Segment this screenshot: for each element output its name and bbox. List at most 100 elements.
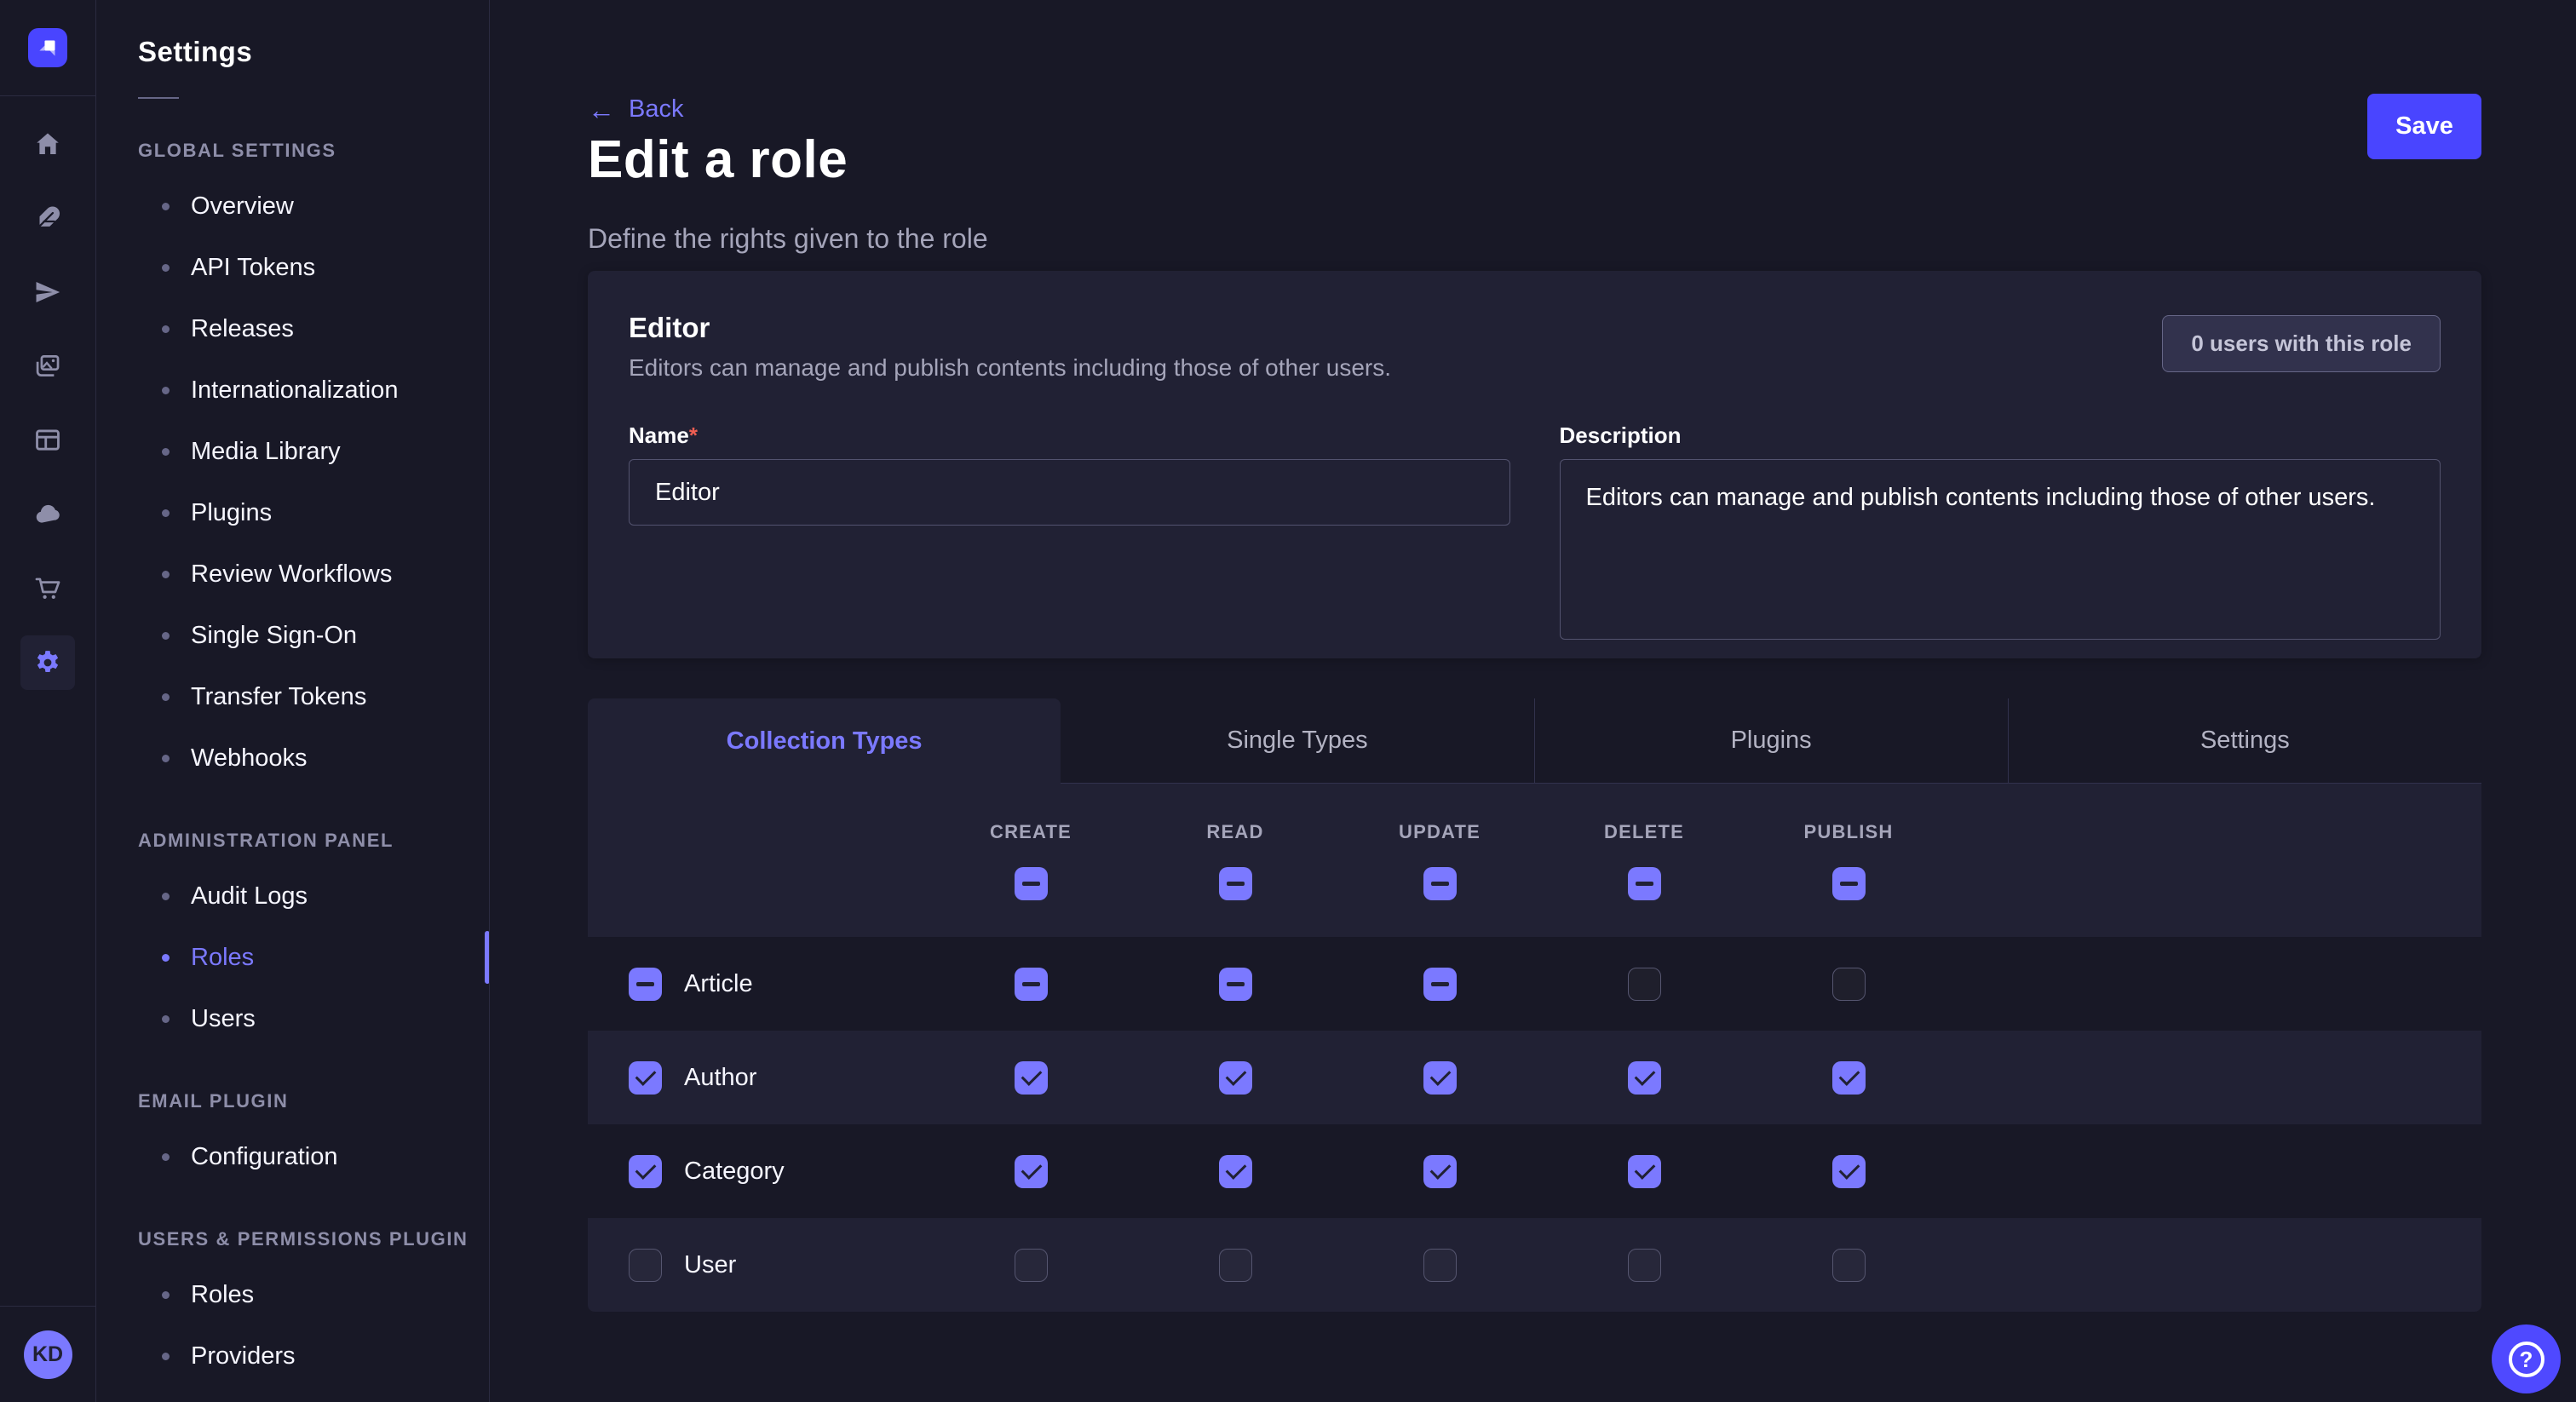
rail-item-paper-plane[interactable] xyxy=(20,265,75,319)
user-delete-checkbox[interactable] xyxy=(1628,1249,1661,1282)
category-update-checkbox[interactable] xyxy=(1423,1155,1457,1188)
perm-cell xyxy=(1542,1061,1746,1095)
rail-item-layout[interactable] xyxy=(20,413,75,468)
row-author-checkbox[interactable] xyxy=(629,1061,662,1095)
perm-cell xyxy=(1133,968,1337,1001)
rail-item-media-library[interactable] xyxy=(20,339,75,394)
rail-item-feather[interactable] xyxy=(20,191,75,245)
strapi-logo[interactable] xyxy=(28,28,67,67)
select-all-update-checkbox[interactable] xyxy=(1423,867,1457,900)
sidebar-item-webhooks[interactable]: Webhooks xyxy=(97,727,489,789)
perm-column-delete: DELETE xyxy=(1542,784,1746,937)
author-update-checkbox[interactable] xyxy=(1423,1061,1457,1095)
bullet-icon xyxy=(162,693,170,701)
role-description-text: Editors can manage and publish contents … xyxy=(629,354,1391,382)
description-textarea[interactable]: Editors can manage and publish contents … xyxy=(1560,459,2441,640)
help-button[interactable]: ? xyxy=(2492,1324,2561,1393)
select-all-delete-checkbox[interactable] xyxy=(1628,867,1661,900)
row-article-checkbox[interactable] xyxy=(629,968,662,1001)
sidebar-section-label: GLOBAL SETTINGS xyxy=(138,140,489,162)
sidebar-item-plugins[interactable]: Plugins xyxy=(97,482,489,543)
perm-row-label: User xyxy=(684,1251,736,1279)
tab-settings[interactable]: Settings xyxy=(2008,698,2481,784)
sidebar-section-items: Audit Logs RolesUsers xyxy=(97,865,489,1049)
cart-icon xyxy=(33,574,62,603)
select-all-read-checkbox[interactable] xyxy=(1219,867,1252,900)
category-create-checkbox[interactable] xyxy=(1015,1155,1048,1188)
rail-item-cart[interactable] xyxy=(20,561,75,616)
perm-cell xyxy=(1337,968,1542,1001)
perm-cell xyxy=(1542,968,1746,1001)
perm-cell xyxy=(1133,1061,1337,1095)
sidebar-item-roles[interactable]: Roles xyxy=(97,1264,489,1325)
back-label: Back xyxy=(629,95,683,124)
author-create-checkbox[interactable] xyxy=(1015,1061,1048,1095)
back-link[interactable]: ← Back xyxy=(588,95,683,124)
sidebar-item-label: Roles xyxy=(191,1281,254,1309)
feather-icon xyxy=(33,204,62,233)
role-name-heading: Editor xyxy=(629,312,1391,344)
article-read-checkbox[interactable] xyxy=(1219,968,1252,1001)
article-publish-checkbox[interactable] xyxy=(1832,968,1866,1001)
permissions-tabs: Collection TypesSingle TypesPluginsSetti… xyxy=(588,698,2481,784)
tab-plugins[interactable]: Plugins xyxy=(1534,698,2008,784)
perm-cell xyxy=(929,968,1133,1001)
user-publish-checkbox[interactable] xyxy=(1832,1249,1866,1282)
sidebar-item-roles[interactable]: Roles xyxy=(97,927,489,988)
perm-cell xyxy=(1337,1249,1542,1282)
category-publish-checkbox[interactable] xyxy=(1832,1155,1866,1188)
sidebar-item-providers[interactable]: Providers xyxy=(97,1325,489,1387)
sidebar-item-label: Configuration xyxy=(191,1143,338,1171)
sidebar-item-review-workflows[interactable]: Review Workflows xyxy=(97,543,489,605)
perm-row-user: User xyxy=(588,1218,2481,1312)
avatar[interactable]: KD xyxy=(24,1330,72,1379)
select-all-publish-checkbox[interactable] xyxy=(1832,867,1866,900)
rail-item-cloud[interactable] xyxy=(20,487,75,542)
row-category-checkbox[interactable] xyxy=(629,1155,662,1188)
sidebar-item-overview[interactable]: Overview xyxy=(97,175,489,237)
sidebar-item-audit-logs[interactable]: Audit Logs xyxy=(97,865,489,927)
author-delete-checkbox[interactable] xyxy=(1628,1061,1661,1095)
article-create-checkbox[interactable] xyxy=(1015,968,1048,1001)
article-update-checkbox[interactable] xyxy=(1423,968,1457,1001)
category-read-checkbox[interactable] xyxy=(1219,1155,1252,1188)
rail-item-home[interactable] xyxy=(20,117,75,171)
sidebar-section: EMAIL PLUGINConfiguration xyxy=(97,1090,489,1187)
sidebar-item-single-sign-on[interactable]: Single Sign-On xyxy=(97,605,489,666)
row-user-checkbox[interactable] xyxy=(629,1249,662,1282)
name-input[interactable] xyxy=(629,459,1510,526)
sidebar-item-label: Audit Logs xyxy=(191,882,308,911)
author-publish-checkbox[interactable] xyxy=(1832,1061,1866,1095)
sidebar-item-transfer-tokens[interactable]: Transfer Tokens xyxy=(97,666,489,727)
perm-cell xyxy=(1542,1249,1746,1282)
sidebar-item-releases[interactable]: Releases xyxy=(97,298,489,359)
sidebar-item-media-library[interactable]: Media Library xyxy=(97,421,489,482)
user-read-checkbox[interactable] xyxy=(1219,1249,1252,1282)
bullet-icon xyxy=(162,1015,170,1023)
tab-single-types[interactable]: Single Types xyxy=(1061,698,1533,784)
perm-column-label: UPDATE xyxy=(1399,821,1481,843)
perm-row-label-cell: Author xyxy=(588,1061,929,1095)
tab-collection-types[interactable]: Collection Types xyxy=(588,698,1061,784)
bullet-icon xyxy=(162,632,170,640)
description-field-group: Description Editors can manage and publi… xyxy=(1560,422,2441,640)
article-delete-checkbox[interactable] xyxy=(1628,968,1661,1001)
sidebar-item-internationalization[interactable]: Internationalization xyxy=(97,359,489,421)
save-button[interactable]: Save xyxy=(2367,94,2481,159)
sidebar-item-api-tokens[interactable]: API Tokens xyxy=(97,237,489,298)
bullet-icon xyxy=(162,755,170,762)
sidebar-item-users[interactable]: Users xyxy=(97,988,489,1049)
users-with-role-badge[interactable]: 0 users with this role xyxy=(2162,315,2441,372)
rail-item-settings-gear[interactable] xyxy=(20,635,75,690)
user-create-checkbox[interactable] xyxy=(1015,1249,1048,1282)
perm-column-label: READ xyxy=(1206,821,1263,843)
sidebar-item-label: Overview xyxy=(191,192,294,221)
permissions-card: Collection TypesSingle TypesPluginsSetti… xyxy=(588,698,2481,1312)
select-all-create-checkbox[interactable] xyxy=(1015,867,1048,900)
sidebar-item-configuration[interactable]: Configuration xyxy=(97,1126,489,1187)
perm-column-read: READ xyxy=(1133,784,1337,937)
bullet-icon xyxy=(162,509,170,517)
category-delete-checkbox[interactable] xyxy=(1628,1155,1661,1188)
author-read-checkbox[interactable] xyxy=(1219,1061,1252,1095)
user-update-checkbox[interactable] xyxy=(1423,1249,1457,1282)
